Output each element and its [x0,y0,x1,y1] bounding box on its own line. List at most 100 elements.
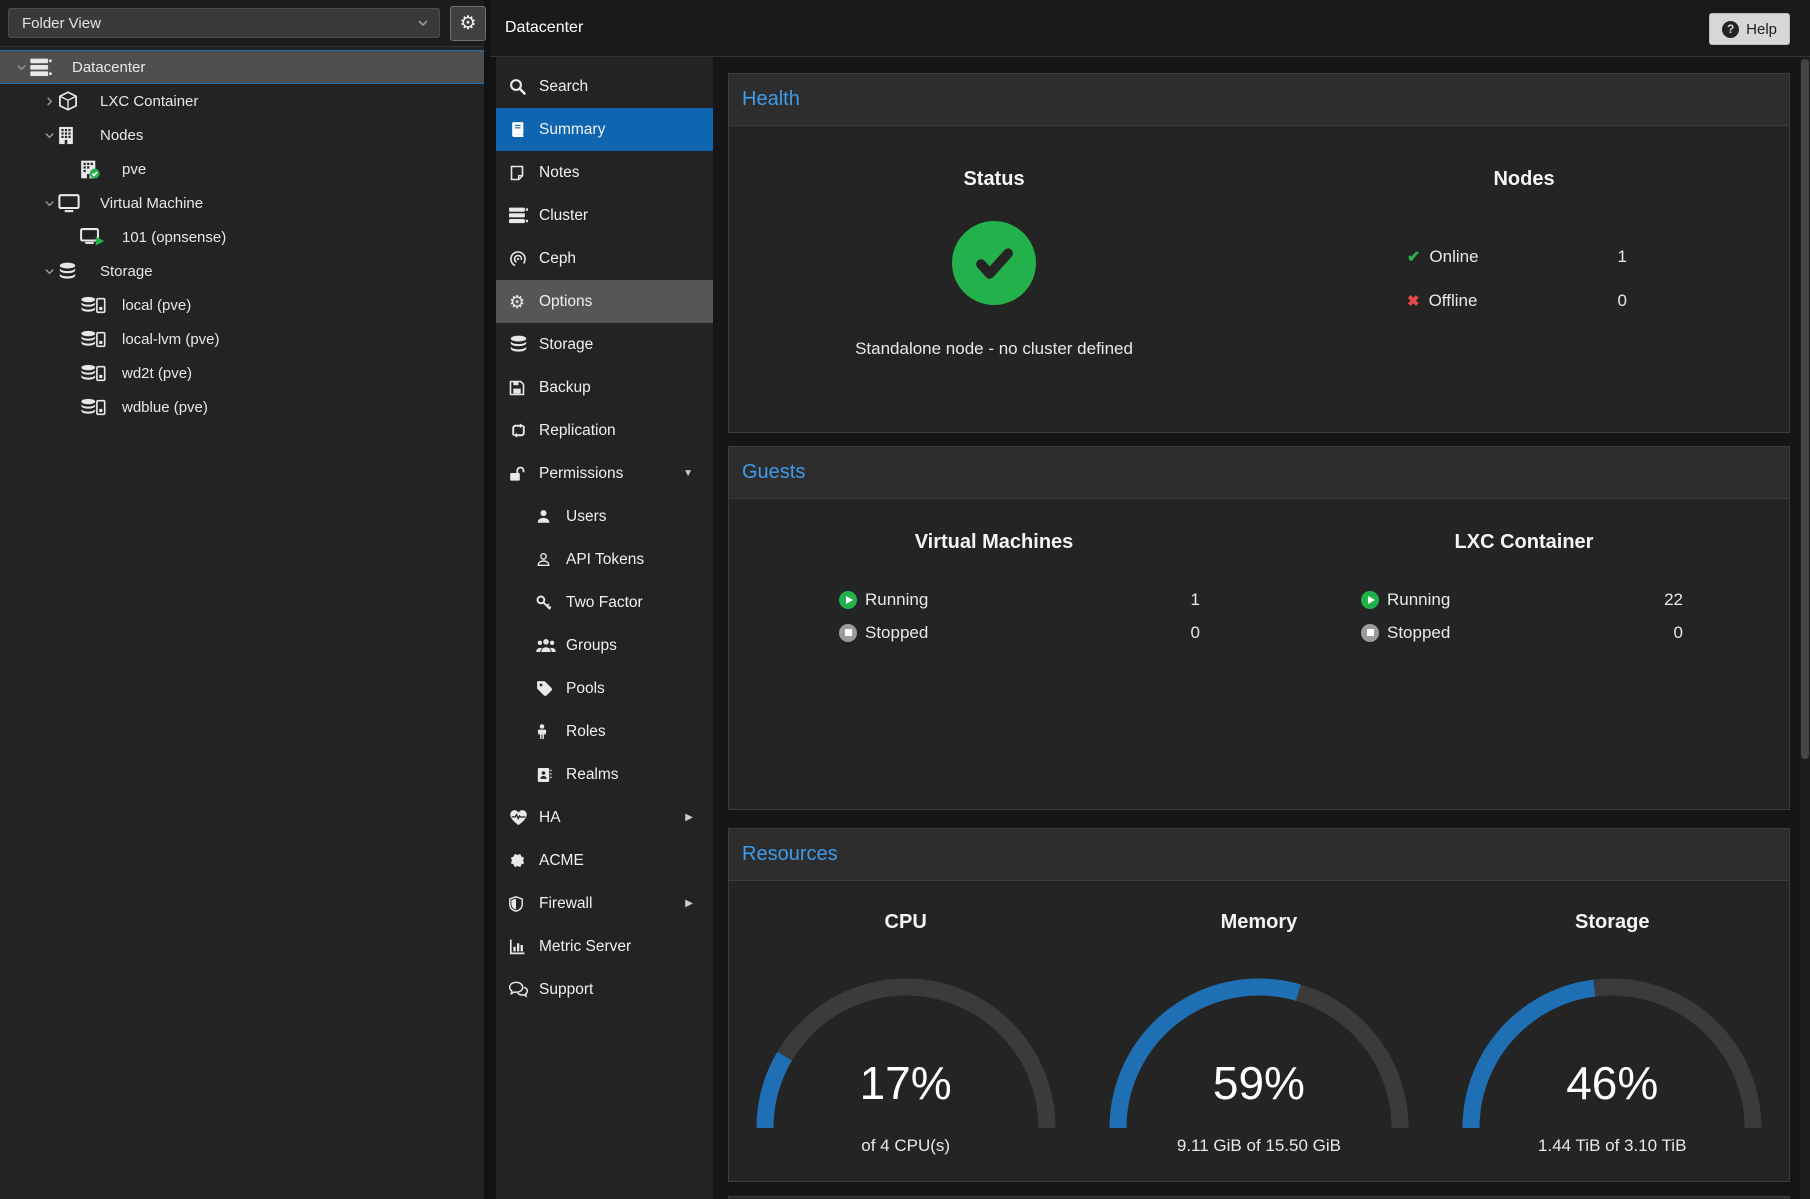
seal-icon [509,852,539,869]
question-circle-icon: ? [1722,21,1739,38]
db-drive-icon [80,398,122,417]
vm-column-title: Virtual Machines [729,531,1259,554]
section-menu: Search SummaryNotes Cluster Ceph⚙OptionsSto… [490,57,713,1199]
memory-gauge-caption: 9.11 GiB of 15.50 GiB [1177,1136,1341,1156]
menu-item-realms[interactable]: Realms [496,753,713,796]
note-icon [509,165,539,181]
menu-item-groups[interactable]: Groups [496,624,713,667]
chat-icon [509,981,539,998]
proxmox-app: Folder View ⚙ Datacenter LXC Container Nod… [0,0,1810,1199]
expander-collapse-icon[interactable] [40,130,58,141]
menu-item-label: ACME [539,852,584,870]
menu-item-summary[interactable]: Summary [496,108,713,151]
tree-item-wdblue-pve[interactable]: wdblue (pve) [0,390,484,424]
tree-item-local-pve[interactable]: local (pve) [0,288,484,322]
menu-item-storage[interactable]: Storage [496,323,713,366]
gear-icon: ⚙ [459,12,476,35]
menu-item-label: Users [566,508,606,526]
vm-stopped-row: Stopped 0 [839,616,1200,649]
play-circle-icon [839,591,857,609]
menu-item-roles[interactable]: Roles [496,710,713,753]
guests-panel-body: Virtual Machines Running 1 Stopped 0 [729,499,1789,811]
menu-item-acme[interactable]: ACME [496,839,713,882]
tree-item-label: wdblue (pve) [122,399,208,416]
tree-item-storage[interactable]: Storage [0,254,484,288]
menu-item-options[interactable]: ⚙Options [496,280,713,323]
chevron-down-icon: ▼ [683,468,693,479]
menu-item-ceph[interactable]: Ceph [496,237,713,280]
lxc-running-row: Running 22 [1361,583,1683,616]
help-button[interactable]: ? Help [1709,13,1790,45]
tree-item-local-lvm-pve[interactable]: local-lvm (pve) [0,322,484,356]
cpu-gauge-percent: 17% [756,1056,1056,1110]
menu-item-permissions[interactable]: Permissions▼ [496,452,713,495]
menu-item-api-tokens[interactable]: API Tokens [496,538,713,581]
search-icon [509,78,539,95]
tree-item-101-opnsense[interactable]: 101 (opnsense) [0,220,484,254]
tree-item-wd2t-pve[interactable]: wd2t (pve) [0,356,484,390]
check-icon: ✔ [1407,247,1420,267]
cross-icon: ✖ [1407,292,1420,310]
menu-item-label: API Tokens [566,551,644,569]
expander-collapse-icon[interactable] [12,62,30,73]
ceph-icon [509,250,539,268]
menu-item-label: Roles [566,723,606,741]
menu-item-search[interactable]: Search [496,65,713,108]
cluster-status-message: Standalone node - no cluster defined [855,339,1133,359]
menu-item-pools[interactable]: Pools [496,667,713,710]
tree-item-lxc-container[interactable]: LXC Container [0,84,484,118]
guests-panel: Guests Virtual Machines Running 1 Stoppe… [728,446,1790,810]
chevron-down-icon[interactable] [417,17,439,29]
tree-item-pve[interactable]: pve [0,152,484,186]
vm-running-row: Running 1 [839,583,1200,616]
tree-settings-button[interactable]: ⚙ [450,6,486,41]
tree-item-label: wd2t (pve) [122,365,192,382]
menu-item-two-factor[interactable]: Two Factor [496,581,713,624]
menu-item-ha[interactable]: HA▶ [496,796,713,839]
lxc-stopped-label: Stopped [1379,623,1674,643]
menu-item-cluster[interactable]: Cluster [496,194,713,237]
menu-item-label: HA [539,809,561,827]
key-icon [536,595,566,611]
tag-icon [536,680,566,697]
datacenter-icon [30,58,72,77]
menu-item-label: Metric Server [539,938,631,956]
db-drive-icon [80,330,122,349]
view-selector-dropdown[interactable]: Folder View [8,8,440,38]
contact-icon [536,767,566,783]
nodes-online-row: ✔ Online 1 [1407,235,1627,279]
tree-item-label: local-lvm (pve) [122,331,220,348]
repl-icon [509,423,539,438]
menu-item-users[interactable]: Users [496,495,713,538]
monitor-play-icon [80,228,122,247]
cpu-gauge-title: CPU [885,911,927,934]
menu-item-label: Backup [539,379,591,397]
cpu-gauge: CPU 17% of 4 CPU(s) [729,881,1082,1183]
chevron-right-icon: ▶ [685,898,693,909]
menu-item-metric-server[interactable]: Metric Server [496,925,713,968]
menu-item-label: Cluster [539,207,588,225]
lxc-column-title: LXC Container [1259,531,1789,554]
tree-item-virtual-machine[interactable]: Virtual Machine [0,186,484,220]
menu-item-support[interactable]: Support [496,968,713,1011]
nodes-column-title: Nodes [1259,168,1789,191]
tree-item-label: LXC Container [100,93,198,110]
vertical-scrollbar [1800,57,1810,1199]
menu-item-backup[interactable]: Backup [496,366,713,409]
lxc-icon [58,91,100,111]
view-selector-value: Folder View [9,15,417,32]
tree-item-datacenter[interactable]: Datacenter [0,50,484,84]
shield-icon [509,896,539,912]
tree-item-nodes[interactable]: Nodes [0,118,484,152]
storage-gauge: Storage 46% 1.44 TiB of 3.10 TiB [1436,881,1789,1183]
vm-running-label: Running [857,590,1191,610]
expander-collapse-icon[interactable] [40,266,58,277]
db-drive-icon [80,296,122,315]
scrollbar-thumb[interactable] [1801,59,1809,759]
menu-item-notes[interactable]: Notes [496,151,713,194]
expander-collapse-icon[interactable] [40,198,58,209]
menu-item-label: Search [539,78,588,96]
expander-expand-icon[interactable] [40,96,58,107]
menu-item-replication[interactable]: Replication [496,409,713,452]
menu-item-firewall[interactable]: Firewall▶ [496,882,713,925]
